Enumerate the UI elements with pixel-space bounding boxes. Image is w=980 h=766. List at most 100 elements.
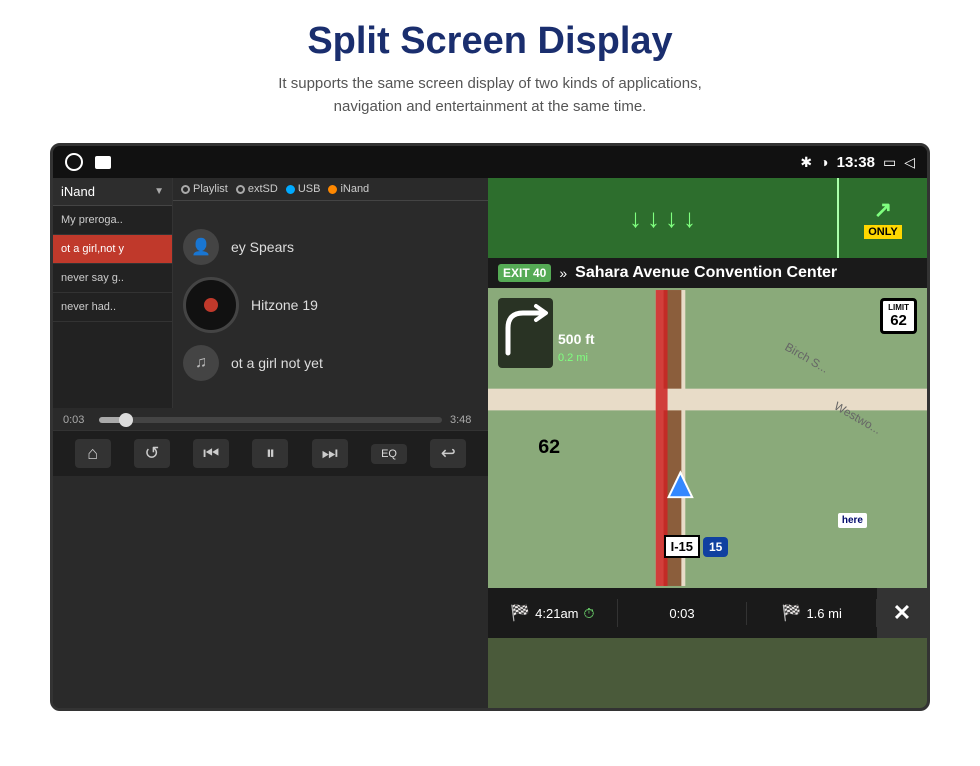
repeat-button[interactable]: ↺	[134, 439, 170, 468]
disc-center	[204, 298, 218, 312]
highway-shield: 15	[703, 537, 728, 557]
radio-dot-inand	[328, 185, 337, 194]
radio-dot-usb	[286, 185, 295, 194]
radio-dot-playlist	[181, 185, 190, 194]
playlist-item-2[interactable]: never say g..	[53, 264, 172, 293]
back-button[interactable]: ↩	[430, 439, 466, 468]
limit-value: 62	[888, 312, 909, 329]
dropdown-arrow-icon: ▼	[154, 186, 164, 197]
clock-icon: ⏱	[584, 605, 595, 622]
tab-inand[interactable]: iNand	[328, 183, 369, 195]
tab-playlist[interactable]: Playlist	[181, 183, 228, 195]
controls-bar: ⌂ ↺ ⏮ ⏸ ⏭ EQ ↩	[53, 430, 488, 476]
road-sign-top: ↓ ↓ ↓ ↓ ↗ ONLY	[488, 178, 927, 258]
track-row-artist: 👤 ey Spears	[183, 229, 478, 265]
tab-usb[interactable]: USB	[286, 183, 321, 195]
nav-bottom-bar: 🏁 4:21am ⏱ 0:03 🏁 1.6 mi	[488, 588, 927, 638]
arrow-down-2: ↓	[647, 203, 660, 234]
close-x-icon: ✕	[893, 600, 911, 626]
nav-stat-distance: 🏁 1.6 mi	[747, 599, 877, 627]
nav-panel: ↓ ↓ ↓ ↓ ↗ ONLY EXIT 40 » Sahara Avenue C…	[488, 178, 927, 708]
turn-icon-area: 500 ft 0.2 mi	[498, 298, 595, 368]
svg-text:62: 62	[538, 436, 560, 458]
arrow-down-3: ↓	[665, 203, 678, 234]
now-playing-area: 👤 ey Spears Hitzone 19 ♫	[173, 201, 488, 408]
green-directional-sign: ↓ ↓ ↓ ↓	[488, 178, 837, 258]
next-button[interactable]: ⏭	[312, 439, 348, 468]
exit-arrows: ↓ ↓ ↓ ↓	[629, 203, 696, 234]
back-icon: ◁	[904, 154, 915, 171]
distance-ft: 500 ft	[558, 331, 595, 347]
storage-selector: iNand	[61, 184, 95, 199]
status-time: 13:38	[837, 154, 875, 171]
split-screen: iNand ▼ My preroga.. ot a girl,not y nev…	[53, 178, 927, 708]
person-icon: 👤	[183, 229, 219, 265]
progress-area: 0:03 3:48	[53, 408, 488, 430]
here-logo: here	[838, 513, 867, 528]
device-frame: ✱ ◑ 13:38 ▭ ◁ iNand ▼ My preroga.. ot a …	[50, 143, 930, 711]
nav-stat-duration: 0:03	[618, 602, 748, 625]
track-artist: ey Spears	[231, 239, 294, 255]
flag-icon-1: 🏁	[510, 603, 530, 623]
eta-time: 4:21am	[535, 606, 578, 621]
exit-badge: EXIT 40	[498, 264, 551, 282]
bluetooth-icon: ✱	[800, 154, 812, 171]
highway-badge: I-15 15	[664, 535, 729, 558]
page-header: Split Screen Display It supports the sam…	[0, 0, 980, 128]
progress-bar[interactable]	[99, 417, 442, 423]
playlist-header[interactable]: iNand ▼	[53, 178, 172, 206]
map-area: Birch S... Westwo... 62 LIMIT 62	[488, 288, 927, 588]
circle-icon	[65, 153, 83, 171]
status-left	[65, 153, 111, 171]
music-panel: iNand ▼ My preroga.. ot a girl,not y nev…	[53, 178, 488, 708]
playlist-sidebar: iNand ▼ My preroga.. ot a girl,not y nev…	[53, 178, 173, 408]
status-right: ✱ ◑ 13:38 ▭ ◁	[800, 154, 915, 171]
only-arrow-icon: ↗	[874, 197, 892, 223]
window-icon: ▭	[883, 154, 896, 171]
speed-limit-sign: LIMIT 62	[880, 298, 917, 334]
music-content: Playlist extSD USB iNand	[173, 178, 488, 408]
close-button[interactable]: ✕	[877, 588, 927, 638]
disc-icon	[183, 277, 239, 333]
page-subtitle: It supports the same screen display of t…	[0, 73, 980, 118]
status-bar: ✱ ◑ 13:38 ▭ ◁	[53, 146, 927, 178]
time-current: 0:03	[63, 414, 91, 426]
image-icon	[95, 156, 111, 169]
music-note-icon: ♫	[183, 345, 219, 381]
flag-icon-2: 🏁	[782, 603, 802, 623]
only-sign: ↗ ONLY	[837, 178, 927, 258]
track-info: 👤 ey Spears Hitzone 19 ♫	[183, 229, 478, 381]
source-tabs: Playlist extSD USB iNand	[173, 178, 488, 201]
home-button[interactable]: ⌂	[75, 439, 111, 468]
playlist-item-3[interactable]: never had..	[53, 293, 172, 322]
exit-destination: Sahara Avenue Convention Center	[575, 264, 837, 282]
track-row-song: ♫ ot a girl not yet	[183, 345, 478, 381]
arrow-down-1: ↓	[629, 203, 642, 234]
progress-thumb	[119, 413, 133, 427]
highway-i15-text: I-15	[664, 535, 700, 558]
prev-button[interactable]: ⏮	[193, 439, 229, 468]
nav-duration: 0:03	[669, 606, 694, 621]
eq-button[interactable]: EQ	[371, 444, 407, 464]
arrow-symbol: »	[559, 265, 567, 281]
location-icon: ◑	[820, 154, 828, 170]
nav-stat-eta: 🏁 4:21am ⏱	[488, 599, 618, 627]
playlist-item-1[interactable]: ot a girl,not y	[53, 235, 172, 264]
turn-icon-svg	[498, 298, 553, 368]
limit-label: LIMIT	[888, 303, 909, 312]
nav-distance: 1.6 mi	[806, 606, 841, 621]
track-row-album: Hitzone 19	[183, 277, 478, 333]
exit-info-bar: EXIT 40 » Sahara Avenue Convention Cente…	[488, 258, 927, 288]
arrow-down-4: ↓	[683, 203, 696, 234]
radio-dot-extsd	[236, 185, 245, 194]
only-text: ONLY	[864, 225, 902, 239]
music-top: iNand ▼ My preroga.. ot a girl,not y nev…	[53, 178, 488, 408]
pause-button[interactable]: ⏸	[252, 439, 288, 468]
track-album: Hitzone 19	[251, 297, 318, 313]
time-total: 3:48	[450, 414, 478, 426]
distance-mi: 0.2 mi	[558, 352, 595, 364]
page-title: Split Screen Display	[0, 20, 980, 63]
tab-extsd[interactable]: extSD	[236, 183, 278, 195]
track-song: ot a girl not yet	[231, 355, 323, 371]
playlist-item-0[interactable]: My preroga..	[53, 206, 172, 235]
